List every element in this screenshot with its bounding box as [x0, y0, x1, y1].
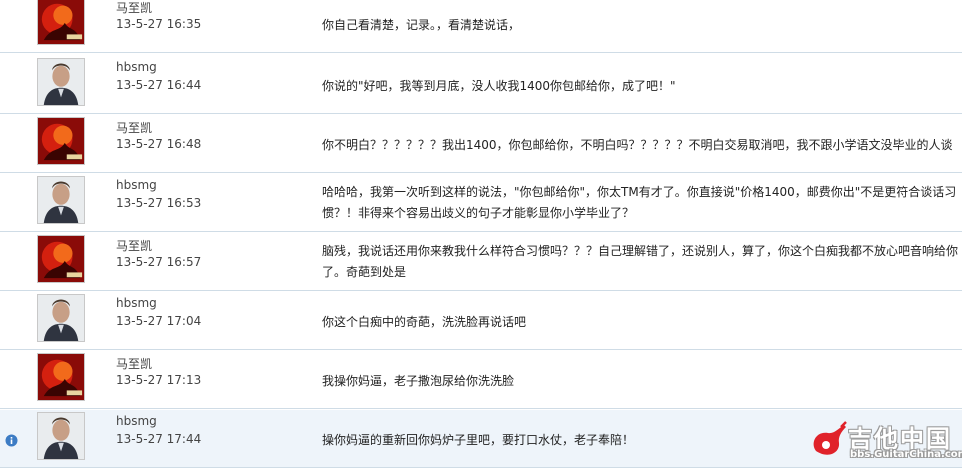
sender-name[interactable]: 马至凯 [116, 355, 152, 372]
man-portrait-avatar[interactable] [37, 176, 85, 224]
watermark-url: bbs.GuitarChina.com [850, 449, 962, 460]
red-fire-avatar[interactable] [37, 353, 85, 401]
sender-name[interactable]: hbsmg [116, 178, 157, 192]
message-time: 13-5-27 16:53 [116, 196, 202, 210]
message-row: hbsmg 13-5-27 16:53 哈哈哈，我第一次听到这样的说法，"你包邮… [0, 174, 962, 232]
message-text: 你这个白痴中的奇葩，洗洗脸再说话吧 [322, 315, 527, 329]
sender-name[interactable]: 马至凯 [116, 119, 152, 136]
message-time: 13-5-27 16:35 [116, 17, 202, 31]
guitar-logo-icon [813, 421, 847, 455]
message-time: 13-5-27 16:48 [116, 137, 202, 151]
message-text: 我操你妈逼，老子撒泡尿给你洗洗脸 [322, 374, 515, 388]
guitarchina-watermark: 吉他中国 bbs.GuitarChina.com [806, 419, 962, 465]
sender-name[interactable]: hbsmg [116, 414, 157, 428]
message-text: 哈哈哈，我第一次听到这样的说法，"你包邮给你"，你太TM有才了。你直接说"价格1… [322, 185, 957, 220]
message-time: 13-5-27 17:13 [116, 373, 202, 387]
message-time: 13-5-27 16:44 [116, 78, 202, 92]
sender-name[interactable]: hbsmg [116, 296, 157, 310]
red-fire-avatar[interactable] [37, 235, 85, 283]
message-row: 马至凯 13-5-27 16:35 你自己看清楚，记录。，看清楚说话， [0, 0, 962, 53]
info-icon[interactable] [5, 434, 18, 447]
message-time: 13-5-27 16:57 [116, 255, 202, 269]
message-text: 你不明白？？？？？？我出1400，你包邮给你，不明白吗？？？？？不明白交易取消吧… [322, 138, 953, 152]
man-portrait-avatar[interactable] [37, 58, 85, 106]
message-time: 13-5-27 17:04 [116, 314, 202, 328]
sender-name[interactable]: hbsmg [116, 60, 157, 74]
message-row: 马至凯 13-5-27 16:48 你不明白？？？？？？我出1400，你包邮给你… [0, 115, 962, 173]
message-text: 你说的"好吧，我等到月底，没人收我1400你包邮给你，成了吧！" [322, 79, 676, 93]
sender-name[interactable]: 马至凯 [116, 237, 152, 254]
message-row: hbsmg 13-5-27 17:04 你这个白痴中的奇葩，洗洗脸再说话吧 [0, 292, 962, 350]
message-row: 马至凯 13-5-27 16:57 脑残，我说话还用你来教我什么样符合习惯吗？？… [0, 233, 962, 291]
sender-name[interactable]: 马至凯 [116, 0, 152, 16]
man-portrait-avatar[interactable] [37, 412, 85, 460]
message-text: 脑残，我说话还用你来教我什么样符合习惯吗？？？自己理解错了，还说别人，算了，你这… [322, 244, 959, 279]
message-row: hbsmg 13-5-27 16:44 你说的"好吧，我等到月底，没人收我140… [0, 56, 962, 114]
red-fire-avatar[interactable] [37, 117, 85, 165]
message-text: 你自己看清楚，记录。，看清楚说话， [322, 18, 521, 32]
message-row: 马至凯 13-5-27 17:13 我操你妈逼，老子撒泡尿给你洗洗脸 [0, 351, 962, 409]
red-fire-avatar[interactable] [37, 0, 85, 45]
man-portrait-avatar[interactable] [37, 294, 85, 342]
message-time: 13-5-27 17:44 [116, 432, 202, 446]
